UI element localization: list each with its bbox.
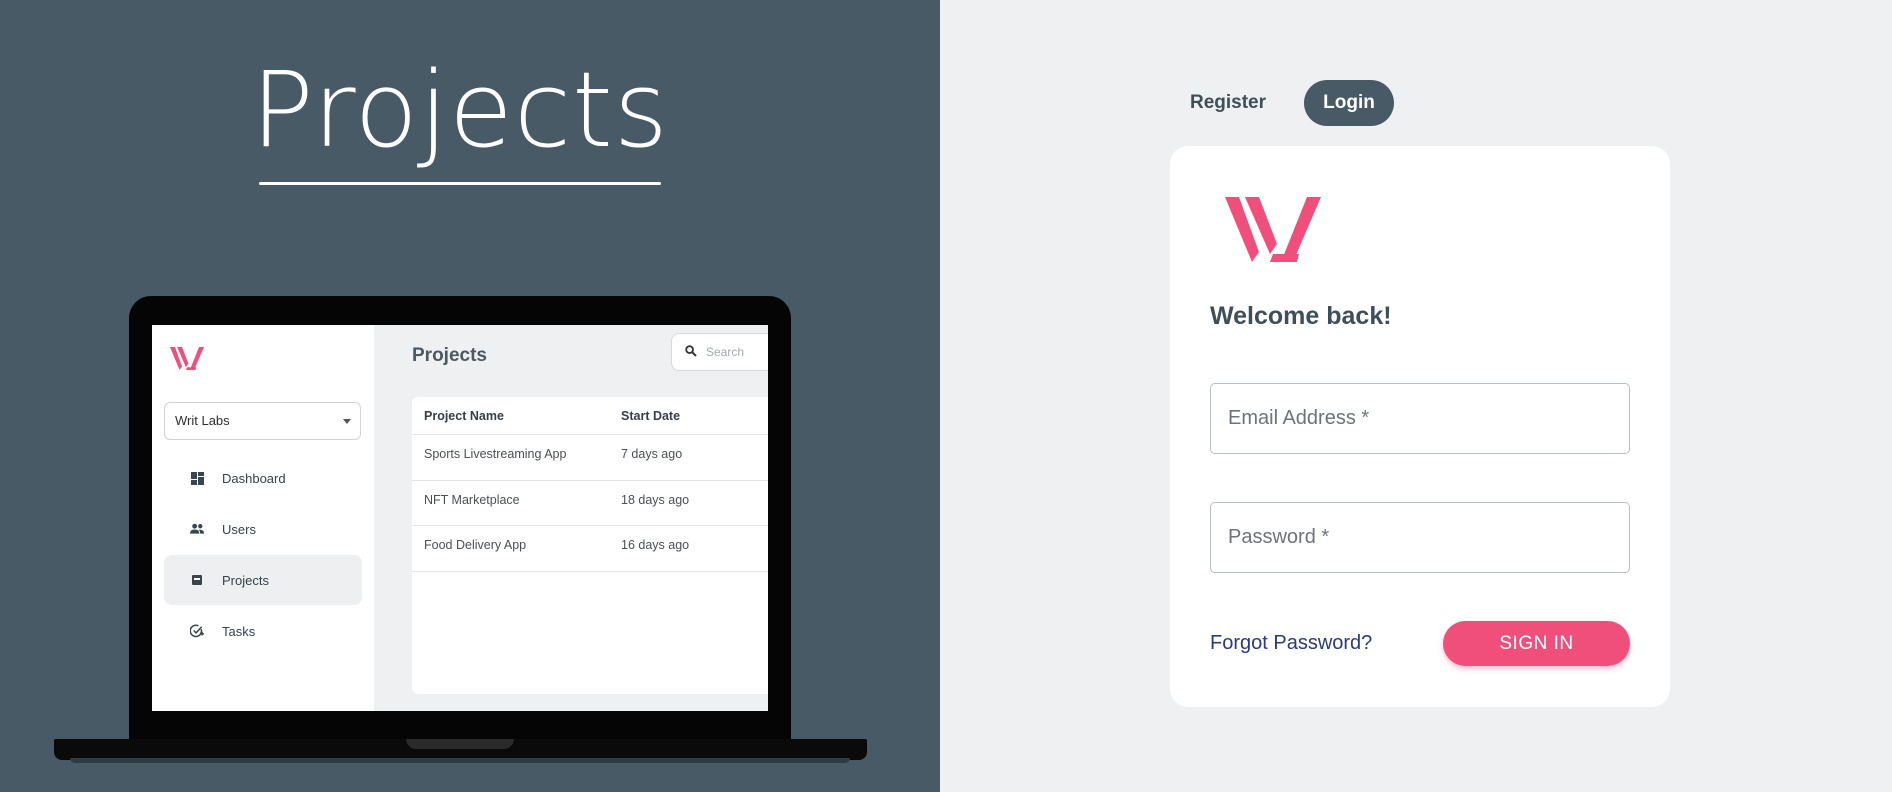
register-tab[interactable]: Register	[1171, 80, 1285, 126]
search-icon	[685, 345, 697, 360]
sidebar-item-users[interactable]: Users	[164, 504, 362, 554]
laptop-notch	[406, 739, 514, 749]
project-name-cell: NFT Marketplace	[424, 493, 520, 507]
search-input[interactable]: Search	[671, 333, 768, 371]
sidebar-item-label: Dashboard	[222, 470, 286, 486]
forgot-password-link[interactable]: Forgot Password?	[1210, 632, 1372, 655]
page-title: Projects	[412, 345, 487, 366]
tasks-icon	[190, 624, 204, 638]
mockup-sidebar: Writ Labs Dashboard Users Projects Tasks	[152, 325, 374, 711]
sidebar-item-label: Tasks	[222, 623, 256, 639]
sidebar-item-tasks[interactable]: Tasks	[164, 606, 362, 656]
mockup-main: Projects Search Project Name Start Date …	[374, 325, 768, 711]
sidebar-item-label: Users	[222, 521, 256, 537]
brand-logo-icon	[170, 347, 204, 371]
start-date-cell: 7 days ago	[621, 447, 683, 461]
start-date-cell: 16 days ago	[621, 538, 690, 552]
hero-title-underline	[259, 182, 661, 185]
brand-logo-icon	[1225, 197, 1321, 262]
search-placeholder: Search	[706, 345, 745, 359]
login-card: Welcome back! Forgot Password? SIGN IN	[1170, 146, 1670, 707]
email-field[interactable]	[1210, 383, 1630, 454]
password-field[interactable]	[1210, 502, 1630, 573]
projects-table: Project Name Start Date Sports Livestrea…	[412, 397, 768, 694]
hero-panel: Projects Writ Labs Dashboard Users Proje…	[0, 0, 940, 792]
hero-title: Projects	[250, 49, 669, 171]
table-divider	[412, 480, 768, 481]
start-date-cell: 18 days ago	[621, 493, 690, 507]
project-name-cell: Sports Livestreaming App	[424, 447, 567, 461]
laptop-screen: Writ Labs Dashboard Users Projects Tasks…	[152, 325, 768, 711]
project-name-cell: Food Delivery App	[424, 538, 527, 552]
column-header-project-name: Project Name	[424, 409, 504, 423]
table-divider	[412, 434, 768, 435]
org-select[interactable]: Writ Labs	[164, 402, 361, 440]
column-header-start-date: Start Date	[621, 409, 681, 423]
sidebar-item-projects[interactable]: Projects	[164, 555, 362, 605]
org-select-value: Writ Labs	[175, 413, 230, 428]
welcome-heading: Welcome back!	[1210, 302, 1392, 330]
dashboard-icon	[190, 471, 204, 485]
table-divider	[412, 571, 768, 572]
sidebar-item-label: Projects	[222, 572, 269, 588]
chevron-down-icon	[343, 419, 351, 424]
login-tab[interactable]: Login	[1304, 80, 1394, 126]
table-divider	[412, 525, 768, 526]
sign-in-button[interactable]: SIGN IN	[1443, 621, 1630, 666]
projects-icon	[190, 573, 204, 587]
sidebar-item-dashboard[interactable]: Dashboard	[164, 453, 362, 503]
laptop-base-shadow	[70, 758, 850, 763]
users-icon	[190, 522, 204, 536]
